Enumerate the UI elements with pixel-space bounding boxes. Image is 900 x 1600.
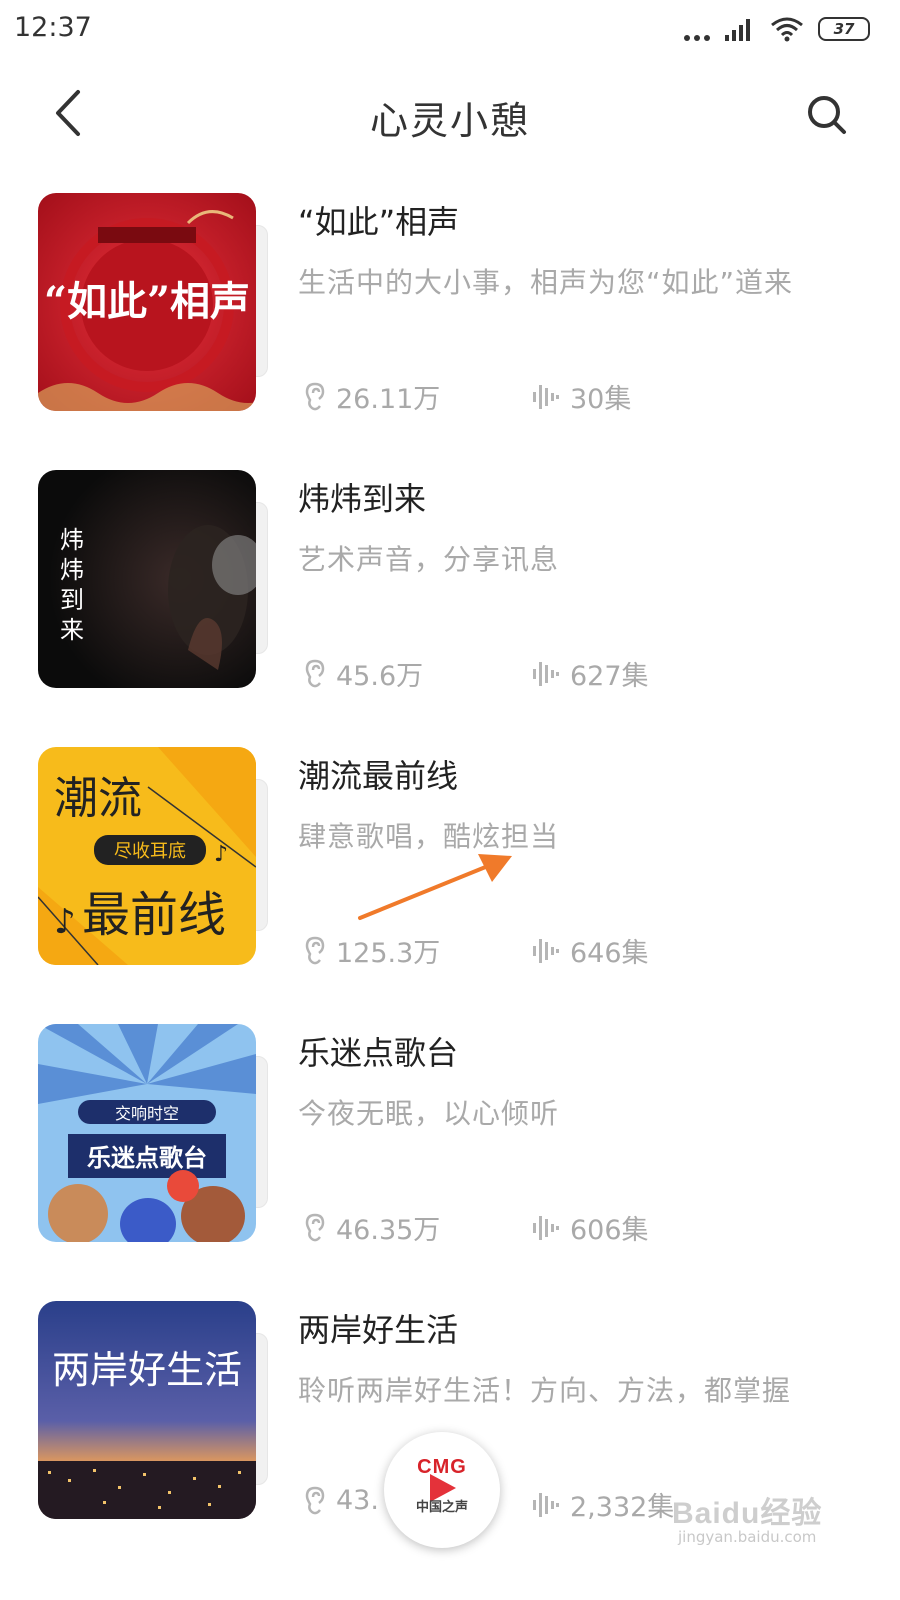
ear-icon	[305, 1213, 325, 1241]
play-count: 46.35万	[304, 1208, 440, 1247]
item-title: 炜炜到来	[298, 480, 427, 518]
status-time: 12:37	[14, 12, 92, 43]
cover-title: 乐迷点歌台	[87, 1144, 207, 1172]
play-count-value: 43.	[336, 1485, 379, 1516]
play-count: 45.6万	[304, 654, 423, 693]
svg-text:♪: ♪	[214, 842, 228, 867]
cover-title-bottom: 最前线	[82, 887, 226, 943]
waveform-icon	[533, 384, 559, 409]
item-title: 乐迷点歌台	[298, 1034, 459, 1072]
wifi-icon	[771, 17, 803, 42]
program-cover: “如此”相声	[38, 193, 256, 411]
episode-count-value: 30集	[570, 384, 632, 415]
ear-icon	[305, 936, 325, 964]
search-button[interactable]	[804, 92, 850, 138]
ear-icon	[305, 382, 325, 410]
episode-count: 646集	[532, 931, 649, 970]
episode-count: 30集	[532, 377, 631, 416]
episode-count-value: 627集	[570, 661, 649, 692]
program-cover: 炜 炜 到 来	[38, 470, 256, 688]
play-count-value: 45.6万	[336, 661, 424, 692]
list-item[interactable]: 潮流 尽收耳底 ♪ ♪ 最前线 潮流最前线 肆意歌唱，酷炫担当 125.3万 6…	[0, 747, 900, 970]
svg-text:到: 到	[60, 586, 84, 614]
status-icons: 37	[684, 16, 870, 42]
cover-wrap: 两岸好生活	[38, 1301, 268, 1519]
list-item[interactable]: “如此”相声 “如此”相声 生活中的大小事，相声为您“如此”道来 26.11万 …	[0, 193, 900, 416]
cover-wrap: 炜 炜 到 来	[38, 470, 268, 688]
episode-count: 2,332集	[532, 1485, 674, 1524]
battery-icon: 37	[818, 17, 870, 41]
ear-icon	[305, 659, 325, 687]
item-desc: 今夜无眠，以心倾听	[298, 1097, 560, 1130]
cover-title: “如此”相声	[44, 278, 250, 325]
play-count: 26.11万	[304, 377, 440, 416]
play-count-value: 26.11万	[336, 384, 441, 415]
cover-badge: 尽收耳底	[114, 841, 186, 862]
watermark: Baidu经验 jingyan.baidu.com	[672, 1488, 842, 1558]
status-bar: 12:37 37	[0, 0, 900, 60]
item-desc: 生活中的大小事，相声为您“如此”道来	[298, 266, 794, 299]
waveform-icon	[533, 1215, 559, 1240]
watermark-url: jingyan.baidu.com	[678, 1528, 817, 1546]
search-icon	[808, 96, 846, 134]
cover-wrap: 潮流 尽收耳底 ♪ ♪ 最前线	[38, 747, 268, 965]
episode-count-value: 606集	[570, 1215, 649, 1246]
cover-title: 两岸好生活	[52, 1348, 242, 1392]
episode-count: 606集	[532, 1208, 649, 1247]
cover-badge: 交响时空	[115, 1104, 179, 1123]
cover-wrap: 交响时空 乐迷点歌台	[38, 1024, 268, 1242]
program-cover: 交响时空 乐迷点歌台	[38, 1024, 256, 1242]
item-title: 潮流最前线	[298, 757, 459, 795]
item-title: 两岸好生活	[298, 1311, 459, 1349]
player-subtitle: 中国之声	[415, 1500, 468, 1515]
svg-text:炜: 炜	[60, 556, 84, 584]
play-count: 43.	[304, 1485, 379, 1516]
header: 心灵小憩	[0, 70, 900, 160]
item-title: “如此”相声	[298, 203, 460, 241]
watermark-logo: Baidu经验	[672, 1497, 823, 1530]
waveform-icon	[533, 661, 559, 686]
episode-count-value: 646集	[570, 938, 649, 969]
play-count: 125.3万	[304, 931, 440, 970]
item-desc: 聆听两岸好生活！方向、方法，都掌握	[298, 1374, 792, 1407]
svg-text:炜: 炜	[60, 526, 84, 554]
page-title: 心灵小憩	[369, 99, 530, 143]
waveform-icon	[533, 938, 559, 963]
list-item[interactable]: 交响时空 乐迷点歌台 乐迷点歌台 今夜无眠，以心倾听 46.35万 606集	[0, 1024, 900, 1247]
item-desc: 肆意歌唱，酷炫担当	[298, 820, 560, 853]
mini-player-button[interactable]: CMG 中国之声	[384, 1432, 500, 1548]
program-cover: 潮流 尽收耳底 ♪ ♪ 最前线	[38, 747, 256, 965]
ear-icon	[305, 1486, 325, 1514]
play-count-value: 125.3万	[336, 938, 441, 969]
cover-title-top: 潮流	[54, 773, 142, 824]
program-cover: 两岸好生活	[38, 1301, 256, 1519]
signal-icon	[725, 19, 750, 41]
item-desc: 艺术声音，分享讯息	[298, 543, 560, 576]
episode-count: 627集	[532, 654, 649, 693]
cover-wrap: “如此”相声	[38, 193, 268, 411]
episode-count-value: 2,332集	[570, 1492, 675, 1523]
waveform-icon	[533, 1492, 559, 1517]
svg-text:来: 来	[60, 616, 84, 644]
play-count-value: 46.35万	[336, 1215, 441, 1246]
more-dots-icon	[684, 17, 710, 41]
list-item[interactable]: 炜 炜 到 来 炜炜到来 艺术声音，分享讯息 45.6万 627集	[0, 470, 900, 693]
svg-text:♪: ♪	[54, 902, 76, 942]
